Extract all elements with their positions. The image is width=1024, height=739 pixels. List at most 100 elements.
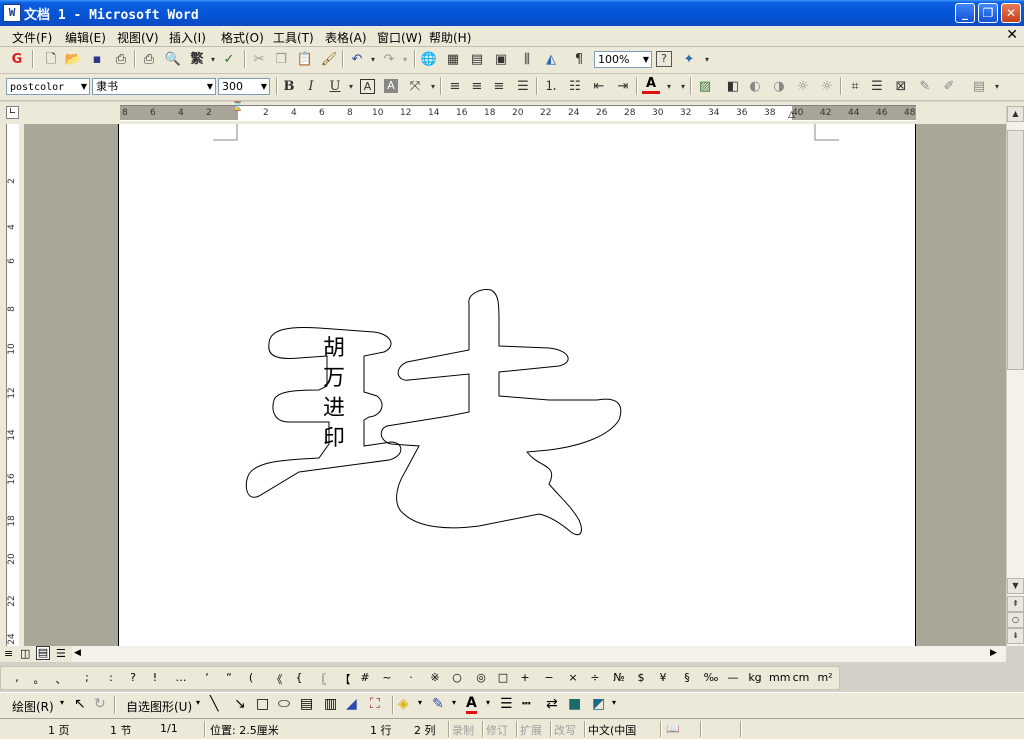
spelling-status-icon[interactable]: 📖 <box>666 722 680 735</box>
bold-button[interactable]: B <box>280 78 298 96</box>
decrease-indent-icon[interactable]: ⇤ <box>590 78 608 96</box>
minimize-button[interactable]: _ <box>955 3 975 23</box>
close-document-button[interactable]: ✕ <box>1006 27 1018 43</box>
draw-menu-button[interactable]: 绘图(R) <box>12 698 54 715</box>
dash-style-icon[interactable]: ┅ <box>522 696 530 712</box>
less-brightness-icon[interactable]: ☼ <box>818 78 836 96</box>
text-box-icon[interactable]: ▤ <box>300 696 313 712</box>
toolbar-options-icon[interactable]: ▾ <box>698 51 716 69</box>
symbol-button[interactable]: $ <box>631 671 651 684</box>
word-app-icon[interactable]: W <box>3 4 21 22</box>
symbol-button[interactable]: # <box>355 671 375 684</box>
insert-table-icon[interactable]: ▤ <box>468 51 486 69</box>
zoom-select[interactable]: 100% ▼ <box>594 51 652 68</box>
symbol-button[interactable]: mm <box>769 671 790 684</box>
paste-icon[interactable]: 📋 <box>296 51 314 69</box>
document-page[interactable]: 胡 万 进 印 <box>118 124 916 646</box>
clip-art-icon[interactable]: ⛶ <box>370 696 380 712</box>
new-document-icon[interactable]: 🗋 <box>42 51 60 69</box>
align-center-icon[interactable]: ≡ <box>468 78 486 96</box>
free-rotate-icon[interactable]: ↻ <box>94 696 106 712</box>
line-color-icon[interactable]: ✎ <box>432 696 444 712</box>
menu-file[interactable]: 文件(F) <box>12 29 52 46</box>
vertical-scrollbar[interactable]: ▲ ▼ ⇞ ○ ⇟ <box>1006 106 1024 646</box>
oval-tool-icon[interactable]: ⬭ <box>278 696 290 712</box>
symbol-button[interactable]: ‰ <box>701 671 721 684</box>
vertical-ruler[interactable]: 2 4 6 8 10 12 14 16 18 20 22 24 <box>0 124 24 646</box>
help-icon[interactable]: ? <box>656 51 672 67</box>
text-wrapping-icon[interactable]: ✎ <box>916 78 934 96</box>
select-objects-icon[interactable]: ↖ <box>74 696 86 712</box>
scroll-down-icon[interactable]: ▼ <box>1007 578 1024 594</box>
less-contrast-icon[interactable]: ◑ <box>770 78 788 96</box>
outline-view-icon[interactable]: ☰ <box>56 647 66 660</box>
align-justify-icon[interactable]: ≡ <box>446 78 464 96</box>
symbol-button[interactable]: … <box>171 671 191 684</box>
columns-icon[interactable]: ⫼ <box>518 51 536 69</box>
symbol-button[interactable]: { <box>289 671 309 684</box>
cut-icon[interactable]: ✂ <box>250 51 268 69</box>
redo-dropdown-icon[interactable]: ▾ <box>396 51 414 69</box>
more-brightness-icon[interactable]: ☼ <box>794 78 812 96</box>
menu-edit[interactable]: 编辑(E) <box>65 29 106 46</box>
fill-color-icon[interactable]: ◈ <box>398 696 409 712</box>
symbol-button[interactable]: ¥ <box>653 671 673 684</box>
symbol-button[interactable]: ※ <box>425 671 445 684</box>
symbol-button[interactable]: 【 <box>335 671 355 687</box>
compress-picture-icon[interactable]: ⊠ <box>892 78 910 96</box>
normal-view-icon[interactable]: ≡ <box>4 647 13 660</box>
wordart-icon[interactable]: ◢ <box>346 696 357 712</box>
wps-logo-icon[interactable]: G <box>8 51 26 69</box>
symbol-button[interactable]: cm <box>791 671 811 684</box>
character-border-button[interactable]: A <box>360 79 375 94</box>
font-color-button[interactable]: A <box>642 77 660 94</box>
permission-icon[interactable]: ⎙ <box>112 51 130 69</box>
line-tool-icon[interactable]: ╲ <box>210 696 218 712</box>
distributed-icon[interactable]: ☰ <box>514 78 532 96</box>
line-style-icon[interactable]: ☰ <box>868 78 886 96</box>
more-contrast-icon[interactable]: ◐ <box>746 78 764 96</box>
save-icon[interactable]: ▪ <box>88 51 106 69</box>
restore-button[interactable]: ❐ <box>978 3 998 23</box>
scroll-up-icon[interactable]: ▲ <box>1007 106 1024 122</box>
menu-help[interactable]: 帮助(H) <box>429 29 471 46</box>
symbol-button[interactable]: ! <box>145 671 165 684</box>
increase-indent-icon[interactable]: ⇥ <box>614 78 632 96</box>
symbol-button[interactable]: ? <box>123 671 143 684</box>
font-select[interactable]: 隶书 ▼ <box>92 78 216 95</box>
hyperlink-icon[interactable]: 🌐 <box>420 51 438 69</box>
symbol-button[interactable]: 、 <box>51 671 71 687</box>
arrow-tool-icon[interactable]: ↘ <box>234 696 246 712</box>
symbol-button[interactable]: , <box>7 671 27 684</box>
close-window-button[interactable]: ✕ <box>1001 3 1021 23</box>
web-view-icon[interactable]: ◫ <box>20 647 30 660</box>
status-language[interactable]: 中文(中国 <box>588 722 636 738</box>
drawing-icon[interactable]: ◭ <box>542 51 560 69</box>
horizontal-scrollbar[interactable]: ◀ ▶ <box>72 646 1006 662</box>
symbol-button[interactable]: ; <box>77 671 97 684</box>
line-color-dropdown-icon[interactable]: ▾ <box>452 698 456 707</box>
symbol-button[interactable]: + <box>515 671 535 684</box>
status-track-changes[interactable]: 修订 <box>486 722 508 738</box>
tab-selector-icon[interactable]: ∟ <box>6 106 19 119</box>
draw-font-color-icon[interactable]: A <box>466 695 477 714</box>
office-assistant-icon[interactable]: ✦ <box>680 51 698 69</box>
menu-tools[interactable]: 工具(T) <box>273 29 314 46</box>
symbol-button[interactable]: § <box>677 671 697 684</box>
crop-icon[interactable]: ⌗ <box>846 78 864 96</box>
format-picture-icon[interactable]: ✐ <box>940 78 958 96</box>
align-right-icon[interactable]: ≡ <box>490 78 508 96</box>
rectangle-tool-icon[interactable]: □ <box>256 696 269 712</box>
menu-insert[interactable]: 插入(I) <box>169 29 206 46</box>
image-control-icon[interactable]: ◧ <box>724 78 742 96</box>
symbol-button[interactable]: № <box>609 671 629 684</box>
horizontal-ruler[interactable]: 8 6 4 2 2 4 6 8 10 12 14 16 18 20 22 24 … <box>120 103 916 121</box>
symbol-button[interactable]: m² <box>815 671 835 684</box>
scroll-left-icon[interactable]: ◀ <box>74 648 81 658</box>
symbol-button[interactable]: □ <box>493 671 513 684</box>
print-layout-icon[interactable]: ▤ <box>36 646 50 660</box>
draw-menu-dropdown-icon[interactable]: ▾ <box>60 698 64 707</box>
shadow-style-icon[interactable]: ■ <box>568 696 581 712</box>
vertical-text-box-icon[interactable]: ▥ <box>324 696 337 712</box>
show-hide-icon[interactable]: ¶ <box>570 51 588 69</box>
